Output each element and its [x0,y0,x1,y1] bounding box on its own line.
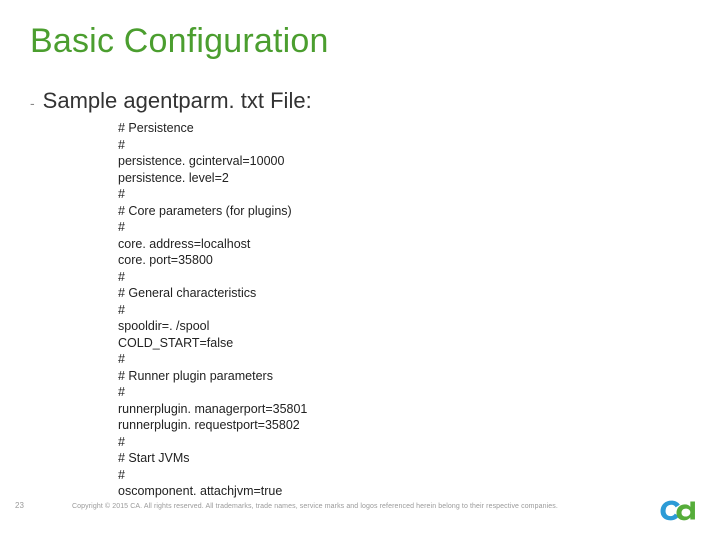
subtitle-row: - Sample agentparm. txt File: [30,88,312,114]
page-title: Basic Configuration [30,22,329,61]
page-number: 23 [15,501,24,510]
slide: Basic Configuration - Sample agentparm. … [0,0,720,540]
subtitle: Sample agentparm. txt File: [43,88,312,114]
copyright-text: Copyright © 2015 CA. All rights reserved… [72,503,558,510]
file-content: # Persistence # persistence. gcinterval=… [118,120,307,500]
bullet-dash: - [30,92,35,114]
ca-logo-icon [658,494,700,524]
